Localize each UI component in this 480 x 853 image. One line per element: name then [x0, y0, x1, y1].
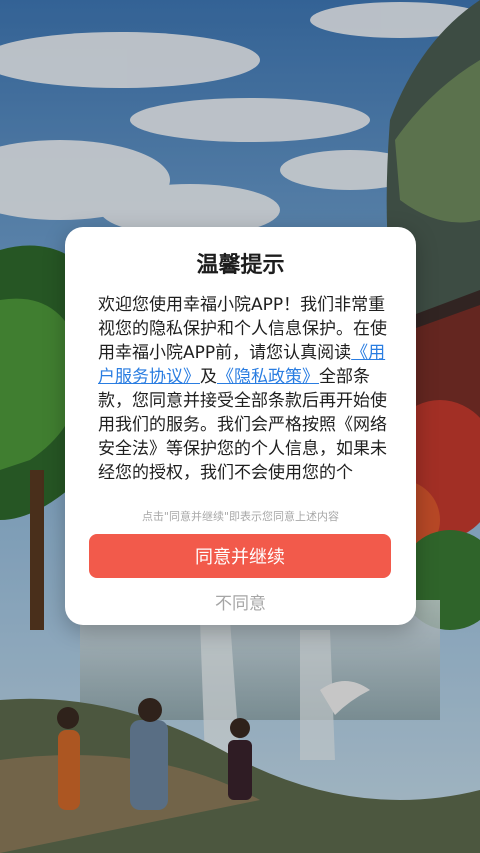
agree-continue-button[interactable]: 同意并继续 [89, 534, 391, 578]
privacy-dialog: 温馨提示 欢迎您使用幸福小院APP！我们非常重视您的隐私保护和个人信息保护。在使… [65, 227, 416, 625]
consent-hint: 点击"同意并继续"即表示您同意上述内容 [141, 510, 340, 523]
body-text-intro: 欢迎您使用幸福小院APP！我们非常重视您的隐私保护和个人信息保护。在使用幸福小院… [98, 295, 387, 363]
disagree-button[interactable]: 不同意 [65, 589, 416, 614]
privacy-policy-link[interactable]: 《隐私政策》 [217, 367, 319, 387]
dialog-title: 温馨提示 [196, 253, 285, 278]
dialog-body[interactable]: 欢迎您使用幸福小院APP！我们非常重视您的隐私保护和个人信息保护。在使用幸福小院… [98, 293, 392, 489]
body-text-and: 及 [200, 367, 217, 387]
